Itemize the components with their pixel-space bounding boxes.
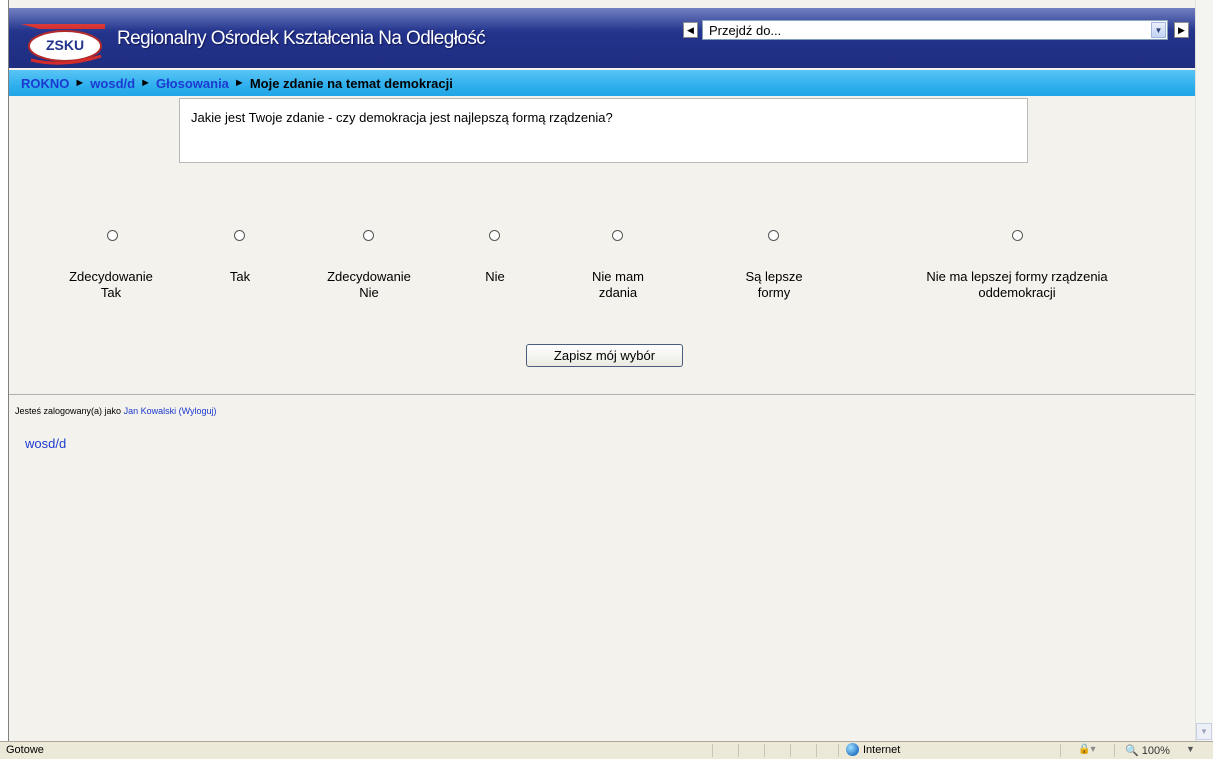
status-text: Gotowe (6, 744, 44, 756)
user-profile-link[interactable]: Jan Kowalski (124, 406, 177, 416)
jump-to-select[interactable]: Przejdź do... ▼ (702, 20, 1168, 40)
vertical-scrollbar[interactable] (1195, 0, 1213, 741)
choice-radio-tak[interactable] (234, 230, 245, 241)
choice-label: Zdecydowanie Nie (327, 269, 411, 300)
choice-radio-zdecydowanie-nie[interactable] (363, 230, 374, 241)
site-title: Regionalny Ośrodek Kształcenia Na Odległ… (117, 28, 486, 49)
logo-text: ZSKU (46, 37, 84, 53)
breadcrumb-item-votes[interactable]: Głosowania (156, 76, 229, 91)
choice-label: Tak (229, 269, 251, 284)
jump-to-value: Przejdź do... (709, 23, 782, 38)
save-choice-button[interactable]: Zapisz mój wybór (526, 344, 683, 367)
zoom-dropdown-icon[interactable]: ▼ (1186, 744, 1195, 754)
choice-radio-sa-lepsze-formy[interactable] (768, 230, 779, 241)
choice-label: Nie mam zdania (591, 269, 645, 300)
globe-icon (846, 743, 859, 756)
choice-radio-nie[interactable] (489, 230, 500, 241)
login-info: Jesteś zalogowany(a) jako Jan Kowalski (… (15, 406, 217, 416)
choice-radio-nie-mam-zdania[interactable] (612, 230, 623, 241)
chevron-down-icon[interactable]: ▼ (1151, 22, 1166, 38)
zoom-level[interactable]: 🔍 100% (1125, 744, 1170, 757)
breadcrumb: ROKNO ► wosd/d ► Głosowania ► Moje zdani… (9, 70, 1196, 96)
next-activity-button[interactable]: ▶ (1174, 22, 1189, 38)
question-text: Jakie jest Twoje zdanie - czy demokracja… (191, 110, 613, 125)
logout-link[interactable]: (Wyloguj) (179, 406, 217, 416)
breadcrumb-separator: ► (233, 77, 245, 89)
footer-divider (9, 394, 1196, 395)
breadcrumb-current: Moje zdanie na temat demokracji (249, 75, 453, 91)
breadcrumb-item-rokno[interactable]: ROKNO (21, 76, 69, 91)
scroll-down-arrow-icon[interactable]: ▼ (1196, 723, 1212, 740)
protected-mode-icon[interactable]: 🔒▾ (1078, 744, 1095, 755)
header-banner: ZSKU Regionalny Ośrodek Kształcenia Na O… (9, 8, 1196, 68)
choice-label: Są lepsze formy (745, 269, 803, 300)
breadcrumb-item-course[interactable]: wosd/d (90, 76, 135, 91)
zone-label: Internet (863, 743, 901, 756)
site-logo[interactable]: ZSKU (21, 20, 105, 66)
choice-label: Zdecydowanie Tak (69, 269, 153, 300)
question-box: Jakie jest Twoje zdanie - czy demokracja… (179, 98, 1028, 163)
security-zone: Internet (846, 743, 900, 756)
choice-label: Nie ma lepszej formy rządzenia oddemokrac… (926, 269, 1108, 300)
zoom-value: 100% (1141, 745, 1170, 757)
browser-status-bar: Gotowe Internet 🔒▾ 🔍 100% ▼ (0, 741, 1213, 759)
page-content: ZSKU Regionalny Ośrodek Kształcenia Na O… (8, 0, 1196, 741)
login-prefix: Jesteś zalogowany(a) jako (15, 406, 122, 416)
breadcrumb-separator: ► (74, 77, 86, 89)
footer-course-link[interactable]: wosd/d (25, 436, 66, 451)
choice-radio-zdecydowanie-tak[interactable] (107, 230, 118, 241)
previous-activity-button[interactable]: ◀ (683, 22, 698, 38)
choice-label: Nie (485, 269, 505, 284)
choice-radio-nie-ma-lepszej-formy[interactable] (1012, 230, 1023, 241)
breadcrumb-separator: ► (140, 77, 151, 89)
